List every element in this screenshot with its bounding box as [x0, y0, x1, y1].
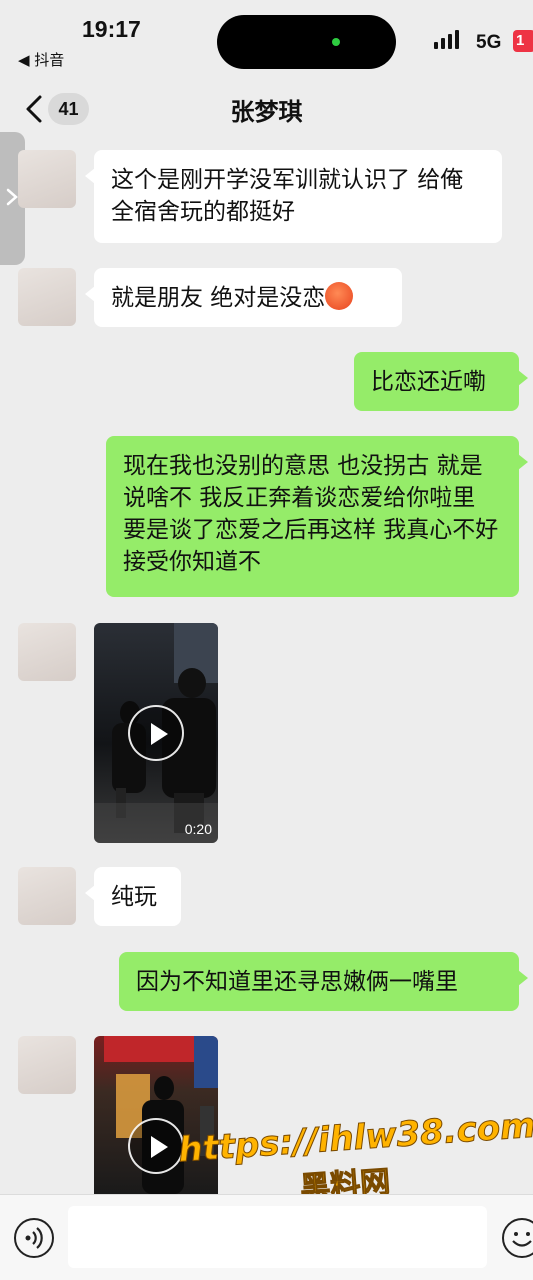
message-text: 这个是刚开学没军训就认识了 给俺全宿舍玩的都挺好: [111, 167, 464, 225]
chat-nav-bar: 张梦琪 41: [0, 78, 533, 140]
voice-icon: [25, 1227, 43, 1249]
emoji-button[interactable]: [502, 1218, 533, 1258]
message-input[interactable]: [68, 1206, 487, 1268]
message-text: 比恋还近嘞: [371, 369, 486, 395]
message-bubble-outgoing[interactable]: 比恋还近嘞: [354, 352, 528, 411]
avatar[interactable]: [18, 867, 76, 925]
avatar[interactable]: [18, 150, 76, 208]
message-text: 现在我也没别的意思 也没拐古 就是说啥不 我反正奔着谈恋爱给你啦里 要是谈了恋爱…: [123, 453, 499, 575]
chevron-left-icon[interactable]: [22, 94, 46, 124]
message-bubble-incoming[interactable]: 就是朋友 绝对是没恋: [85, 268, 402, 327]
message-text: 就是朋友 绝对是没恋: [111, 285, 326, 311]
voice-input-button[interactable]: [14, 1218, 54, 1258]
avatar[interactable]: [18, 1036, 76, 1094]
avatar[interactable]: [18, 623, 76, 681]
video-message[interactable]: 0:20: [94, 623, 218, 843]
chevron-right-icon: [6, 188, 18, 206]
message-bubble-outgoing[interactable]: 现在我也没别的意思 也没拐古 就是说啥不 我反正奔着谈恋爱给你啦里 要是谈了恋爱…: [106, 436, 528, 597]
message-bubble-incoming[interactable]: 纯玩: [85, 867, 181, 926]
video-message[interactable]: [94, 1036, 218, 1194]
emoji-icon: [512, 1232, 532, 1247]
camera-dot: [332, 38, 340, 46]
chat-input-bar: [0, 1194, 533, 1280]
network-type: 5G: [476, 32, 502, 53]
play-icon[interactable]: [128, 705, 184, 761]
status-time: 19:17: [82, 16, 141, 42]
battery-icon: 1: [513, 30, 533, 52]
avatar[interactable]: [18, 268, 76, 326]
message-text: 纯玩: [111, 884, 157, 910]
signal-icon: [434, 30, 459, 49]
message-bubble-incoming[interactable]: 这个是刚开学没军训就认识了 给俺全宿舍玩的都挺好: [85, 150, 502, 243]
back-to-app-link[interactable]: ◀ 抖音: [18, 49, 64, 70]
dynamic-island: [217, 15, 396, 69]
hot-face-emoji-icon: [325, 282, 354, 310]
message-text: 因为不知道里还寻思嫩俩一嘴里: [136, 969, 458, 995]
message-bubble-outgoing[interactable]: 因为不知道里还寻思嫩俩一嘴里: [119, 952, 528, 1011]
unread-count-badge[interactable]: 41: [48, 93, 89, 125]
video-duration: 0:20: [184, 821, 212, 837]
status-bar: 19:17 ◀ 抖音 5G 1: [0, 0, 533, 78]
play-icon[interactable]: [128, 1118, 184, 1174]
